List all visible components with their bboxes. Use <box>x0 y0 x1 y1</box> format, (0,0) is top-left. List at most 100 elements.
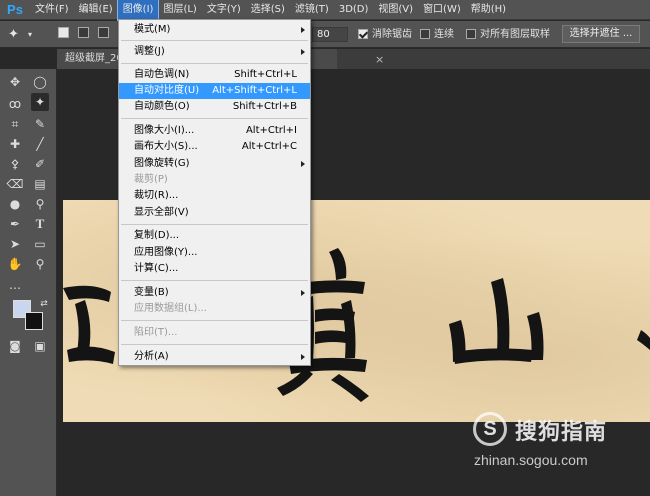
menu-item-label: 陷印(T)... <box>134 327 178 338</box>
tolerance-input[interactable]: 80 <box>312 27 348 42</box>
submenu-arrow-icon <box>301 161 305 167</box>
menu-item-auto-contrast[interactable]: 自动对比度(U) Alt+Shift+Ctrl+L <box>119 83 310 99</box>
menu-item-mode[interactable]: 模式(M) <box>119 22 310 38</box>
swap-colors-icon[interactable]: ⇄ <box>35 295 53 313</box>
gradient-tool-icon[interactable]: ▤ <box>31 175 49 193</box>
submenu-arrow-icon <box>301 354 305 360</box>
menu-item-variables[interactable]: 变量(B) <box>119 285 310 301</box>
menu-help[interactable]: 帮助(H) <box>466 0 511 20</box>
type-tool-icon[interactable]: T <box>31 215 49 233</box>
quick-mask-icon[interactable]: ◙ <box>6 337 24 355</box>
move-tool-icon[interactable]: ✥ <box>6 73 24 91</box>
menu-item-label: 自动对比度(U) <box>134 85 200 96</box>
chevron-down-icon[interactable]: ▾ <box>28 27 32 42</box>
menu-item-trap: 陷印(T)... <box>119 325 310 341</box>
menu-select[interactable]: 选择(S) <box>246 0 290 20</box>
menu-item-shortcut: Shift+Ctrl+L <box>234 69 297 80</box>
menu-item-auto-color[interactable]: 自动颜色(O) Shift+Ctrl+B <box>119 99 310 115</box>
watermark-url: zhinan.sogou.com <box>474 452 588 468</box>
menu-filter[interactable]: 滤镜(T) <box>290 0 334 20</box>
crop-tool-icon[interactable]: ⌗ <box>6 115 24 133</box>
menu-item-adjustments[interactable]: 调整(J) <box>119 44 310 60</box>
submenu-arrow-icon <box>301 290 305 296</box>
menu-image[interactable]: 图像(I) <box>116 0 160 21</box>
menu-item-label: 显示全部(V) <box>134 207 189 218</box>
new-selection-icon[interactable] <box>58 27 69 38</box>
hand-tool-icon[interactable]: ✋ <box>6 255 24 273</box>
menu-divider <box>121 344 308 345</box>
antialias-label: 消除锯齿 <box>372 29 412 40</box>
more-tools-icon[interactable]: … <box>6 276 24 294</box>
menu-item-shortcut: Alt+Ctrl+C <box>241 141 297 152</box>
menu-item-label: 复制(D)... <box>134 230 180 241</box>
menu-item-label: 裁切(R)... <box>134 190 179 201</box>
watermark-name: 搜狗指南 <box>515 420 608 445</box>
menu-view[interactable]: 视图(V) <box>373 0 418 20</box>
menu-item-shortcut: Alt+Ctrl+I <box>245 125 297 136</box>
pen-tool-icon[interactable]: ✒ <box>6 215 24 233</box>
image-menu-dropdown: 模式(M) 调整(J) 自动色调(N) Shift+Ctrl+L 自动对比度(U)… <box>118 19 311 366</box>
menu-item-label: 裁剪(P) <box>134 174 168 185</box>
background-color-swatch[interactable] <box>25 312 43 330</box>
sample-all-layers-checkbox[interactable] <box>466 29 476 39</box>
menu-item-trim[interactable]: 裁切(R)... <box>119 188 310 204</box>
screen-mode-icon[interactable]: ▣ <box>31 337 49 355</box>
close-icon[interactable]: × <box>375 53 384 66</box>
menu-item-image-rotation[interactable]: 图像旋转(G) <box>119 156 310 172</box>
subtract-selection-icon[interactable] <box>98 27 109 38</box>
toolbox: ✥ ◯ ꝏ ✦ ⌗ ✎ ✚ ╱ ⚴ ✐ ⌫ ▤ ● ⚲ ✒ T ➤ ▭ ✋ ⚲ … <box>0 69 57 496</box>
clone-stamp-icon[interactable]: ⚴ <box>6 155 24 173</box>
menu-item-label: 图像旋转(G) <box>134 158 190 169</box>
menu-item-reveal-all[interactable]: 显示全部(V) <box>119 205 310 221</box>
menu-item-label: 自动颜色(O) <box>134 101 190 112</box>
menu-window[interactable]: 窗口(W) <box>418 0 466 20</box>
sample-all-layers-label: 对所有图层取样 <box>480 29 550 40</box>
menu-item-apply-image[interactable]: 应用图像(Y)... <box>119 245 310 261</box>
menu-divider <box>121 118 308 119</box>
antialias-checkbox[interactable] <box>358 29 368 39</box>
submenu-arrow-icon <box>301 49 305 55</box>
path-selection-icon[interactable]: ➤ <box>6 235 24 253</box>
menu-divider <box>121 320 308 321</box>
select-and-mask-button[interactable]: 选择并遮住 ... <box>562 25 640 43</box>
menu-3d[interactable]: 3D(D) <box>334 0 374 20</box>
rectangle-tool-icon[interactable]: ▭ <box>31 235 49 253</box>
menu-item-label: 计算(C)... <box>134 263 179 274</box>
brush-tool-icon[interactable]: ╱ <box>31 135 49 153</box>
zoom-tool-icon[interactable]: ⚲ <box>31 255 49 273</box>
menu-item-label: 变量(B) <box>134 287 169 298</box>
menu-divider <box>121 63 308 64</box>
menu-divider <box>121 40 308 41</box>
add-to-selection-icon[interactable] <box>78 27 89 38</box>
sogou-logo: S <box>473 412 507 446</box>
eraser-tool-icon[interactable]: ⌫ <box>6 175 24 193</box>
menu-edit[interactable]: 编辑(E) <box>74 0 118 20</box>
menu-item-label: 分析(A) <box>134 351 169 362</box>
menu-item-analysis[interactable]: 分析(A) <box>119 349 310 365</box>
lasso-tool-icon[interactable]: ꝏ <box>6 95 24 113</box>
history-brush-icon[interactable]: ✐ <box>31 155 49 173</box>
menu-item-crop: 裁剪(P) <box>119 172 310 188</box>
menu-item-canvas-size[interactable]: 画布大小(S)... Alt+Ctrl+C <box>119 139 310 155</box>
magic-wand-tool-icon[interactable]: ✦ <box>31 93 49 111</box>
contiguous-checkbox[interactable] <box>420 29 430 39</box>
magic-wand-tool-preset-icon[interactable]: ✦ <box>8 27 19 42</box>
menu-item-image-size[interactable]: 图像大小(I)... Alt+Ctrl+I <box>119 123 310 139</box>
menu-type[interactable]: 文字(Y) <box>202 0 246 20</box>
menu-item-label: 应用图像(Y)... <box>134 247 198 258</box>
menu-item-duplicate[interactable]: 复制(D)... <box>119 228 310 244</box>
menu-layer[interactable]: 图层(L) <box>158 0 201 20</box>
menu-divider <box>121 224 308 225</box>
menu-item-auto-tone[interactable]: 自动色调(N) Shift+Ctrl+L <box>119 67 310 83</box>
eyedropper-tool-icon[interactable]: ✎ <box>31 115 49 133</box>
menu-file[interactable]: 文件(F) <box>30 0 74 20</box>
blur-tool-icon[interactable]: ● <box>6 195 24 213</box>
submenu-arrow-icon <box>301 27 305 33</box>
healing-brush-icon[interactable]: ✚ <box>6 135 24 153</box>
dodge-tool-icon[interactable]: ⚲ <box>31 195 49 213</box>
menu-item-calculations[interactable]: 计算(C)... <box>119 261 310 277</box>
menu-item-shortcut: Shift+Ctrl+B <box>232 101 297 112</box>
contiguous-label: 连续 <box>434 29 454 40</box>
menu-item-shortcut: Alt+Shift+Ctrl+L <box>212 85 297 96</box>
marquee-tool-icon[interactable]: ◯ <box>31 73 49 91</box>
